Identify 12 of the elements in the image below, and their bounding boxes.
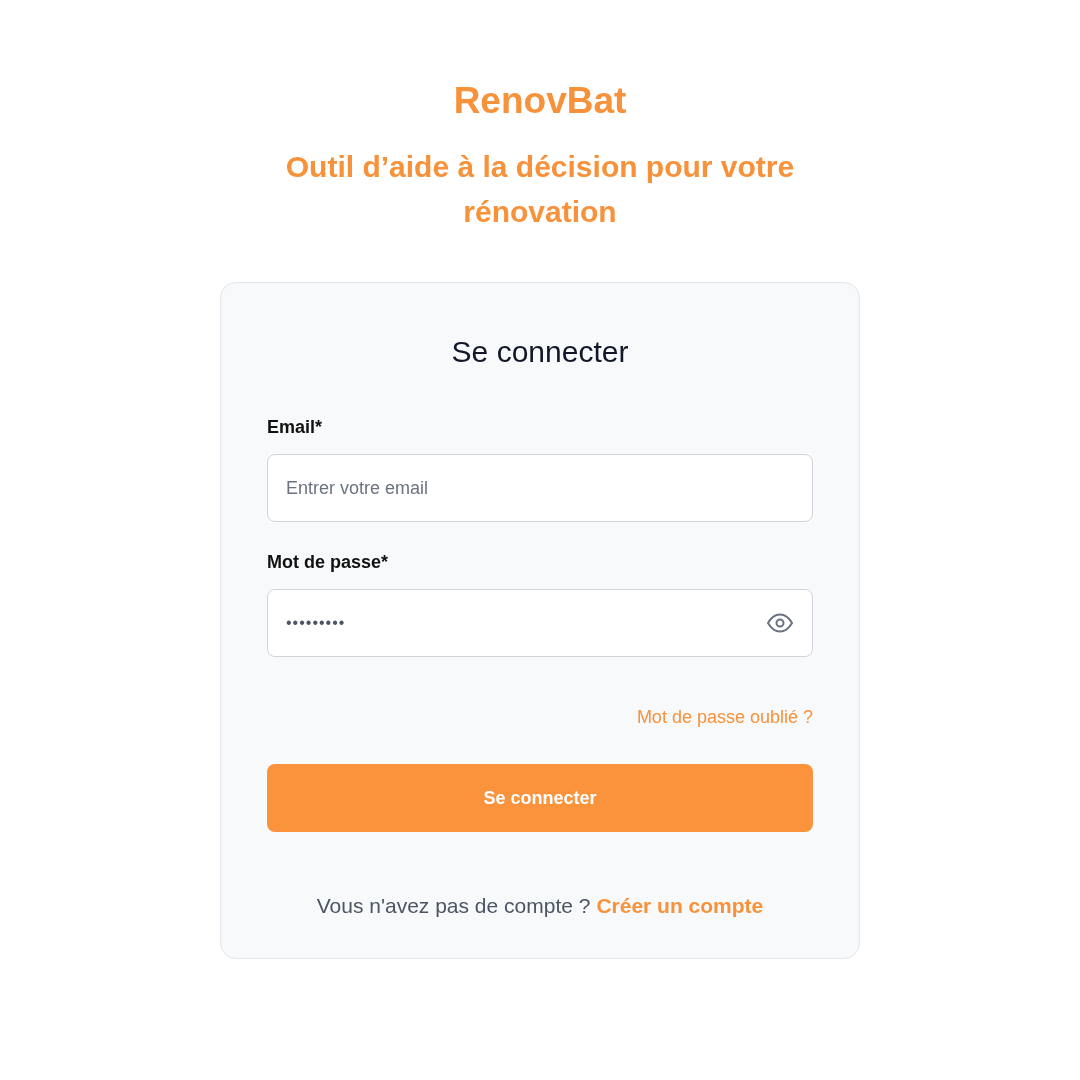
signup-prompt: Vous n'avez pas de compte ?	[316, 894, 591, 918]
password-field[interactable]: •••••••••	[267, 589, 813, 657]
email-field[interactable]: Entrer votre email	[267, 454, 813, 522]
eye-icon[interactable]	[766, 613, 794, 633]
login-button[interactable]: Se connecter	[267, 764, 813, 832]
forgot-password-link[interactable]: Mot de passe oublié ?	[636, 707, 813, 728]
field-label: Email*	[267, 417, 324, 438]
field-label: Mot de passe*	[267, 552, 390, 573]
signup-link[interactable]: Créer un compte	[596, 894, 764, 918]
form-title: Se connecter	[450, 335, 630, 369]
app-tagline: Outil d’aide à la décision pour votre rénovation	[284, 149, 796, 230]
app-title: RenovBat	[453, 79, 627, 123]
